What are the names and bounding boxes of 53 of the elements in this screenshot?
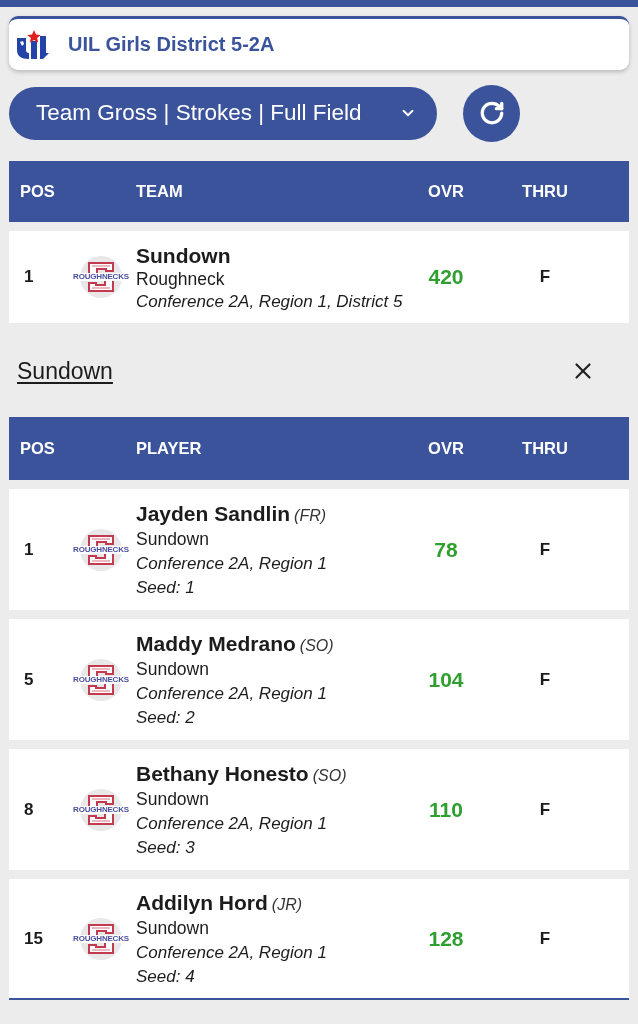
thru-text: F <box>539 539 551 560</box>
player-name: Addilyn Hord <box>136 890 268 915</box>
uil-logo-icon <box>16 29 49 60</box>
thru-text: F <box>539 799 551 820</box>
conference-text: Conference 2A, Region 1 <box>136 942 328 963</box>
column-header: POS <box>20 439 55 458</box>
column-header: THRU <box>522 182 568 201</box>
column-header: POS <box>20 182 55 201</box>
logo-wordmark: ROUGHNECKS <box>72 273 130 281</box>
player-name: Bethany Honesto <box>136 761 309 786</box>
column-header: TEAM <box>136 182 183 201</box>
logo-wordmark: ROUGHNECKS <box>72 934 130 943</box>
mascot-text: Roughneck <box>136 268 226 290</box>
school-text: Sundown <box>136 659 210 680</box>
refresh-icon <box>478 100 505 126</box>
team-row[interactable]: 1 ROUGHNECKS Sundown Roughneck Conference 2A, Region 1, District 5 420 F <box>9 231 629 323</box>
score-text: 78 <box>434 537 458 562</box>
class-year-text: (SO) <box>312 767 347 785</box>
score-text: 104 <box>428 667 464 692</box>
conference-text: Conference 2A, Region 1, District 5 <box>136 290 404 312</box>
conference-text: Conference 2A, Region 1 <box>136 683 328 704</box>
team-name: Sundown <box>136 242 232 268</box>
seed-text: Seed: 2 <box>136 707 196 728</box>
thru-text: F <box>539 669 551 690</box>
column-header: OVR <box>428 439 464 458</box>
refresh-button[interactable] <box>463 84 520 142</box>
seed-text: Seed: 4 <box>136 966 196 987</box>
seed-text: Seed: 1 <box>136 577 196 598</box>
thru-text: F <box>539 267 551 287</box>
class-year-text: (JR) <box>271 896 303 914</box>
school-text: Sundown <box>136 918 210 939</box>
logo-wordmark: ROUGHNECKS <box>72 805 130 814</box>
player-name: Maddy Medrano <box>136 631 296 656</box>
thru-text: F <box>539 928 551 949</box>
seed-text: Seed: 3 <box>136 837 196 858</box>
score-text: 110 <box>429 797 463 822</box>
score-text: 420 <box>428 265 464 289</box>
player-name: Jayden Sandlin <box>136 501 291 526</box>
school-text: Sundown <box>136 529 210 550</box>
column-header: OVR <box>428 182 464 201</box>
score-text: 128 <box>428 926 464 951</box>
filter-dropdown[interactable]: Team Gross | Strokes | Full Field <box>9 86 437 140</box>
logo-wordmark: ROUGHNECKS <box>72 675 130 684</box>
logo-wordmark: ROUGHNECKS <box>72 545 130 554</box>
conference-text: Conference 2A, Region 1 <box>136 553 328 574</box>
class-year-text: (FR) <box>294 507 327 525</box>
column-header: THRU <box>522 439 568 458</box>
conference-text: Conference 2A, Region 1 <box>136 813 328 834</box>
school-text: Sundown <box>136 789 210 810</box>
team-link[interactable]: Sundown <box>17 357 113 385</box>
class-year-text: (SO) <box>299 637 334 655</box>
app-title: UIL Girls District 5-2A <box>68 33 275 56</box>
column-header: PLAYER <box>136 439 202 458</box>
